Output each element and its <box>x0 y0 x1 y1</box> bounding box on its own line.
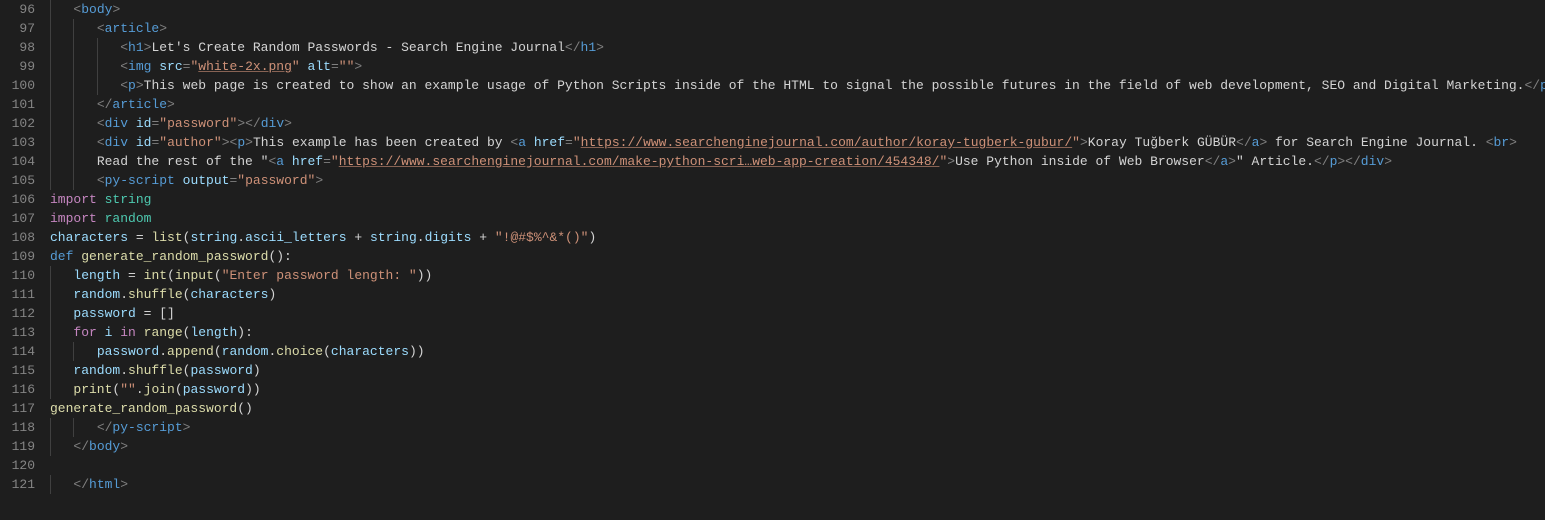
line-number: 96 <box>0 0 35 19</box>
code-line[interactable]: <article> <box>50 19 1545 38</box>
code-line[interactable]: Read the rest of the "<a href="https://w… <box>50 152 1545 171</box>
code-line[interactable]: </article> <box>50 95 1545 114</box>
code-line[interactable] <box>50 456 1545 475</box>
line-number: 100 <box>0 76 35 95</box>
code-line[interactable]: def generate_random_password(): <box>50 247 1545 266</box>
code-line[interactable]: generate_random_password() <box>50 399 1545 418</box>
line-number: 106 <box>0 190 35 209</box>
code-line[interactable]: <p>This web page is created to show an e… <box>50 76 1545 95</box>
line-number: 112 <box>0 304 35 323</box>
line-number: 101 <box>0 95 35 114</box>
line-number: 99 <box>0 57 35 76</box>
code-line[interactable]: </body> <box>50 437 1545 456</box>
line-number: 98 <box>0 38 35 57</box>
code-line[interactable]: print("".join(password)) <box>50 380 1545 399</box>
code-line[interactable]: password = [] <box>50 304 1545 323</box>
code-content[interactable]: <body> <article> <h1>Let's Create Random… <box>45 0 1545 494</box>
line-number: 116 <box>0 380 35 399</box>
line-number-gutter: 96 97 98 99 100 101 102 103 104 105 106 … <box>0 0 45 494</box>
line-number: 109 <box>0 247 35 266</box>
code-line[interactable]: <img src="white-2x.png" alt=""> <box>50 57 1545 76</box>
line-number: 111 <box>0 285 35 304</box>
code-line[interactable]: length = int(input("Enter password lengt… <box>50 266 1545 285</box>
line-number: 117 <box>0 399 35 418</box>
line-number: 113 <box>0 323 35 342</box>
line-number: 97 <box>0 19 35 38</box>
line-number: 107 <box>0 209 35 228</box>
line-number: 108 <box>0 228 35 247</box>
code-line[interactable]: <h1>Let's Create Random Passwords - Sear… <box>50 38 1545 57</box>
line-number: 114 <box>0 342 35 361</box>
line-number: 119 <box>0 437 35 456</box>
code-line[interactable]: <body> <box>50 0 1545 19</box>
code-line[interactable]: import random <box>50 209 1545 228</box>
code-line[interactable]: random.shuffle(password) <box>50 361 1545 380</box>
code-editor[interactable]: 96 97 98 99 100 101 102 103 104 105 106 … <box>0 0 1545 494</box>
line-number: 115 <box>0 361 35 380</box>
line-number: 118 <box>0 418 35 437</box>
code-line[interactable]: </py-script> <box>50 418 1545 437</box>
code-line[interactable]: <py-script output="password"> <box>50 171 1545 190</box>
line-number: 110 <box>0 266 35 285</box>
line-number: 103 <box>0 133 35 152</box>
code-line[interactable]: <div id="password"></div> <box>50 114 1545 133</box>
code-line[interactable]: </html> <box>50 475 1545 494</box>
code-line[interactable]: random.shuffle(characters) <box>50 285 1545 304</box>
code-line[interactable]: import string <box>50 190 1545 209</box>
line-number: 105 <box>0 171 35 190</box>
code-line[interactable]: characters = list(string.ascii_letters +… <box>50 228 1545 247</box>
line-number: 104 <box>0 152 35 171</box>
code-line[interactable]: <div id="author"><p>This example has bee… <box>50 133 1545 152</box>
line-number: 120 <box>0 456 35 475</box>
line-number: 121 <box>0 475 35 494</box>
code-line[interactable]: for i in range(length): <box>50 323 1545 342</box>
line-number: 102 <box>0 114 35 133</box>
code-line[interactable]: password.append(random.choice(characters… <box>50 342 1545 361</box>
